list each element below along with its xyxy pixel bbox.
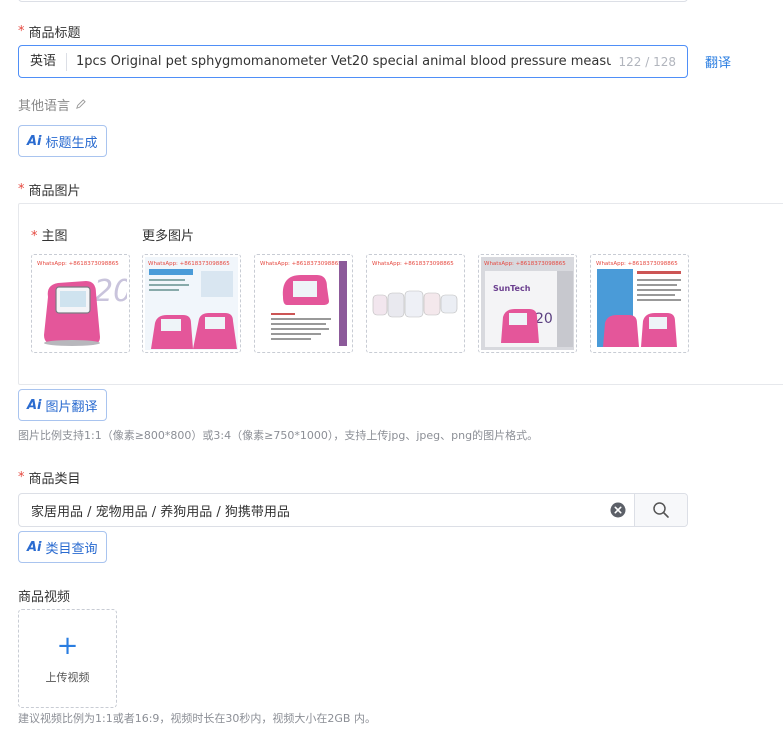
title-label: * 商品标题 (18, 24, 81, 41)
svg-text:WhatsApp: +8618373098865: WhatsApp: +8618373098865 (148, 261, 230, 267)
product-image: WhatsApp: +8618373098865 (593, 257, 686, 350)
ai-image-translate-button[interactable]: Ai 图片翻译 (18, 389, 107, 421)
ai-icon: Ai (27, 397, 42, 413)
more-image-thumb[interactable]: WhatsApp: +8618373098865 (254, 254, 353, 353)
search-icon (653, 502, 669, 518)
product-image: WhatsApp: +8618373098865 (257, 257, 350, 350)
main-image-label: * 主图 (31, 229, 68, 244)
category-search-button[interactable] (634, 494, 687, 526)
plus-icon: + (56, 630, 79, 661)
product-image: WhatsApp: +8618373098865 (145, 257, 238, 350)
video-upload-button[interactable]: + 上传视频 (18, 609, 117, 708)
edit-icon (76, 99, 86, 109)
main-image-thumb[interactable]: WhatsApp: +8618373098865 20 (31, 254, 130, 353)
upload-video-label: 上传视频 (45, 670, 90, 684)
required-mark: * (18, 470, 25, 485)
category-value[interactable]: 家居用品 / 宠物用品 / 养狗用品 / 狗携带用品 (19, 501, 610, 520)
more-image-thumb[interactable]: WhatsApp: +8618373098865 (366, 254, 465, 353)
svg-text:WhatsApp: +8618373098865: WhatsApp: +8618373098865 (484, 261, 566, 267)
title-input[interactable]: 英语 1pcs Original pet sphygmomanometer Ve… (18, 45, 688, 78)
ai-title-generate-button[interactable]: Ai 标题生成 (18, 125, 107, 157)
language-prefix[interactable]: 英语 (19, 52, 68, 71)
ai-category-query-button[interactable]: Ai 类目查询 (18, 531, 107, 563)
other-languages-toggle[interactable]: 其他语言 (18, 95, 86, 114)
product-image: WhatsApp: +8618373098865 20 (34, 257, 127, 350)
svg-text:20: 20 (94, 274, 127, 309)
char-count: 122 / 128 (618, 54, 676, 69)
ai-icon: Ai (27, 539, 42, 555)
category-input[interactable]: 家居用品 / 宠物用品 / 养狗用品 / 狗携带用品 (18, 493, 688, 527)
translate-link[interactable]: 翻译 (705, 52, 731, 71)
clear-icon[interactable] (610, 502, 626, 518)
required-mark: * (18, 24, 25, 39)
title-input-value[interactable]: 1pcs Original pet sphygmomanometer Vet20… (67, 54, 611, 69)
product-image: WhatsApp: +8618373098865 (369, 257, 462, 350)
more-image-thumb[interactable]: WhatsApp: +8618373098865 (590, 254, 689, 353)
ai-icon: Ai (27, 133, 42, 149)
more-images-label: 更多图片 (142, 229, 195, 244)
image-hint: 图片比例支持1:1（像素≥800*800）或3:4（像素≥750*1000），支… (18, 429, 539, 442)
images-label: * 商品图片 (18, 182, 81, 199)
required-mark: * (18, 182, 25, 197)
svg-text:SunTech: SunTech (493, 284, 531, 293)
svg-text:WhatsApp: +8618373098865: WhatsApp: +8618373098865 (596, 261, 678, 267)
video-hint: 建议视频比例为1:1或者16:9，视频时长在30秒内，视频大小在2GB 内。 (18, 712, 376, 725)
previous-field-edge (18, 0, 688, 2)
video-label: 商品视频 (18, 590, 71, 605)
more-image-thumb[interactable]: WhatsApp: +8618373098865 (142, 254, 241, 353)
svg-text:WhatsApp: +8618373098865: WhatsApp: +8618373098865 (37, 261, 119, 267)
svg-text:WhatsApp: +8618373098865: WhatsApp: +8618373098865 (372, 261, 454, 267)
svg-text:WhatsApp: +8618373098865: WhatsApp: +8618373098865 (260, 261, 342, 267)
product-image: WhatsApp: +8618373098865 SunTech 20 (481, 257, 574, 350)
category-label: * 商品类目 (18, 470, 81, 487)
more-image-thumb[interactable]: WhatsApp: +8618373098865 SunTech 20 (478, 254, 577, 353)
svg-text:20: 20 (535, 311, 553, 327)
